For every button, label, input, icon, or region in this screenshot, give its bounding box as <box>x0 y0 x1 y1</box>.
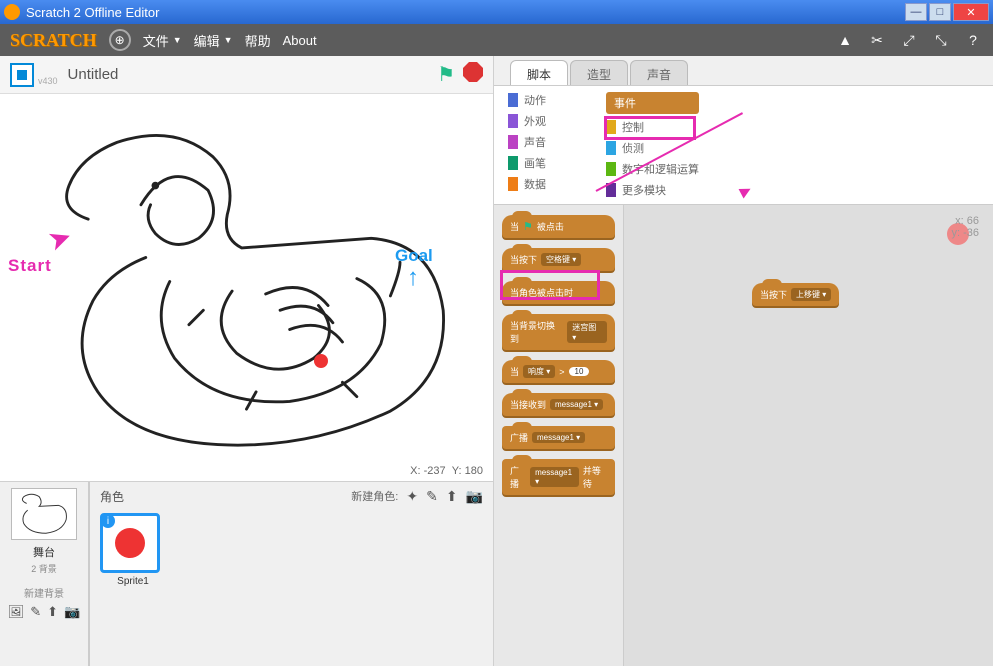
stage-header: v430 Untitled ⚑ <box>0 56 493 94</box>
backdrop-upload-icon[interactable]: ⬆ <box>47 604 58 620</box>
app-icon <box>4 4 20 20</box>
stage-thumb-sub: 2 背景 <box>6 562 82 575</box>
stage[interactable]: Start ➤ Goal ↑ X: -237 Y: 180 <box>0 94 493 481</box>
maximize-button[interactable]: □ <box>929 3 951 21</box>
menu-help[interactable]: 帮助 <box>245 31 271 50</box>
menu-about[interactable]: About <box>283 33 317 48</box>
goal-label: Goal <box>395 246 433 266</box>
cat-sound[interactable]: 声音 <box>508 134 546 150</box>
backdrop-camera-icon[interactable]: 📷 <box>64 604 80 620</box>
goal-arrow-icon: ↑ <box>407 264 419 292</box>
cat-more[interactable]: 更多模块 <box>606 182 699 198</box>
help-icon[interactable]: ? <box>963 30 983 50</box>
block-when-flag-clicked[interactable]: 当⚑被点击 <box>502 215 615 238</box>
block-when-loudness[interactable]: 当响度 ▾>10 <box>502 360 615 383</box>
block-when-sprite-clicked[interactable]: 当角色被点击时 <box>502 281 615 304</box>
menu-file[interactable]: 文件▼ <box>143 31 182 50</box>
window-title: Scratch 2 Offline Editor <box>26 5 159 20</box>
stage-thumbnail[interactable] <box>11 488 77 540</box>
block-when-key-pressed[interactable]: 当按下空格键 ▾ <box>502 248 615 271</box>
sprite-library-icon[interactable]: ✦ <box>406 488 418 505</box>
version-label: v430 <box>38 76 58 86</box>
tab-sounds[interactable]: 声音 <box>630 60 688 85</box>
menubar: SCRATCH ⊕ 文件▼ 编辑▼ 帮助 About ▲ ✂ ⤢ ⤡ ? <box>0 24 993 56</box>
sprite-paint-icon[interactable]: ✎ <box>426 488 438 505</box>
new-backdrop-label: 新建背景 <box>6 585 82 600</box>
fullscreen-icon[interactable] <box>10 63 34 87</box>
sprite-info-icon[interactable]: i <box>101 514 115 528</box>
sprite-thumbnail[interactable]: i <box>100 513 160 573</box>
cat-control[interactable]: 控制 <box>606 119 699 135</box>
block-palette: 当⚑被点击 当按下空格键 ▾ 当角色被点击时 当背景切换到迷宫图 ▾ 当响度 ▾… <box>494 205 624 666</box>
cat-data[interactable]: 数据 <box>508 176 546 192</box>
sprites-header: 角色 <box>100 488 124 505</box>
sprite-area: 舞台 2 背景 新建背景 🖼 ✎ ⬆ 📷 角色 新建角色: ✦ ✎ <box>0 481 493 666</box>
window-titlebar: Scratch 2 Offline Editor — □ ✕ <box>0 0 993 24</box>
block-when-bg-switches[interactable]: 当背景切换到迷宫图 ▾ <box>502 314 615 350</box>
sprite-name: Sprite1 <box>100 576 166 587</box>
sprite-camera-icon[interactable]: 📷 <box>466 488 483 505</box>
close-button[interactable]: ✕ <box>953 3 989 21</box>
stage-coords: X: -237 Y: 180 <box>410 465 483 477</box>
block-when-receive[interactable]: 当接收到message1 ▾ <box>502 393 615 416</box>
stage-thumb-label: 舞台 <box>6 544 82 560</box>
sprite-upload-icon[interactable]: ⬆ <box>446 488 458 505</box>
stop-icon[interactable] <box>463 62 483 82</box>
backdrop-paint-icon[interactable]: ✎ <box>30 604 41 620</box>
menu-edit[interactable]: 编辑▼ <box>194 31 233 50</box>
tab-scripts[interactable]: 脚本 <box>510 60 568 85</box>
cat-pen[interactable]: 画笔 <box>508 155 546 171</box>
cat-motion[interactable]: 动作 <box>508 92 546 108</box>
start-label: Start <box>8 256 52 276</box>
tab-costumes[interactable]: 造型 <box>570 60 628 85</box>
cat-looks[interactable]: 外观 <box>508 113 546 129</box>
stamp-icon[interactable]: ▲ <box>835 30 855 50</box>
block-broadcast-wait[interactable]: 广播message1 ▾并等待 <box>502 459 615 495</box>
cat-operators[interactable]: 数字和逻辑运算 <box>606 161 699 177</box>
script-canvas[interactable]: x: 66 y: -36 当按下上移键 ▾ <box>624 205 993 666</box>
scratch-logo: SCRATCH <box>10 30 97 51</box>
minimize-button[interactable]: — <box>905 3 927 21</box>
green-flag-icon[interactable]: ⚑ <box>437 62 455 87</box>
sprite-red-dot[interactable] <box>314 354 328 368</box>
new-sprite-label: 新建角色: <box>351 488 398 505</box>
language-globe-icon[interactable]: ⊕ <box>109 29 131 51</box>
canvas-block-key-up[interactable]: 当按下上移键 ▾ <box>752 283 839 306</box>
canvas-coords: x: 66 y: -36 <box>951 215 979 239</box>
backdrop-library-icon[interactable]: 🖼 <box>8 604 25 620</box>
editor-tabs: 脚本 造型 声音 <box>494 56 993 86</box>
shrink-icon[interactable]: ⤡ <box>931 30 951 50</box>
block-broadcast[interactable]: 广播message1 ▾ <box>502 426 615 449</box>
cut-icon[interactable]: ✂ <box>867 30 887 50</box>
project-title[interactable]: Untitled <box>68 66 119 83</box>
cat-events[interactable]: 事件 <box>606 92 699 114</box>
grow-icon[interactable]: ⤢ <box>899 30 919 50</box>
